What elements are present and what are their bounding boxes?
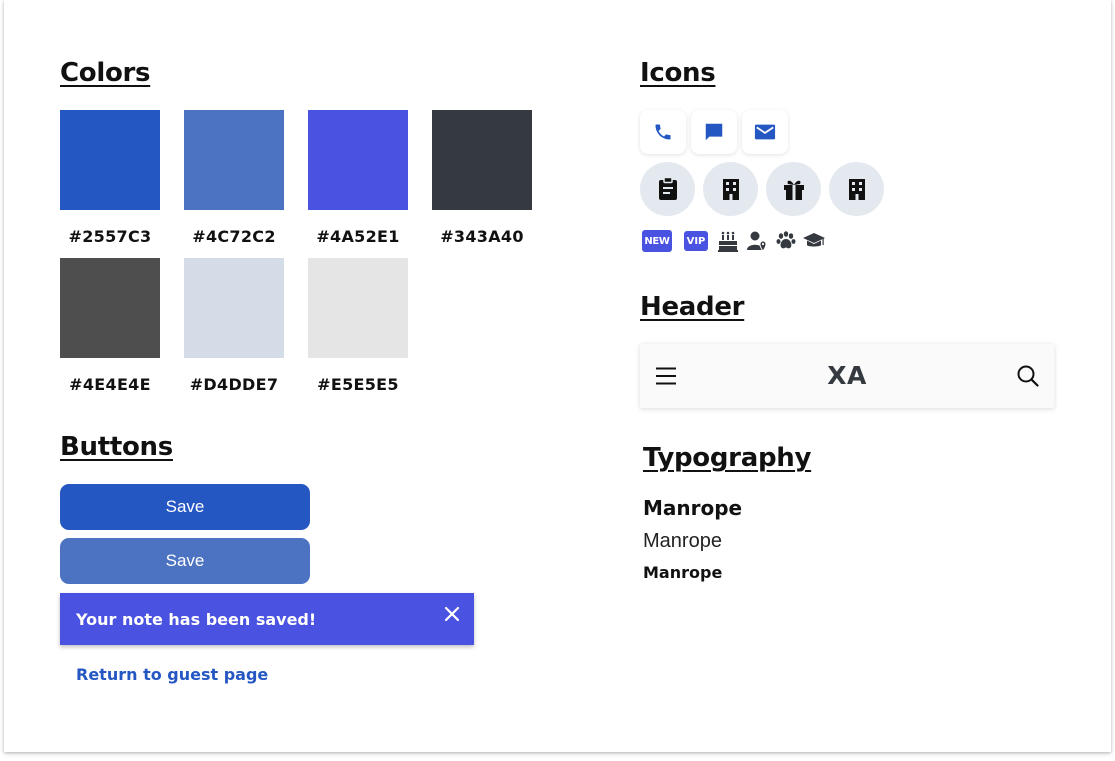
- chat-icon-tile[interactable]: [691, 110, 737, 154]
- color-label-3: #4A52E1: [316, 227, 400, 246]
- building-icon-tile-2[interactable]: [829, 162, 884, 216]
- building-icon: [848, 179, 865, 200]
- return-to-guest-page-link[interactable]: Return to guest page: [76, 665, 268, 684]
- color-label-6: #D4DDE7: [189, 375, 279, 394]
- new-badge-text: NEW: [644, 235, 670, 247]
- clipboard-icon-tile[interactable]: [640, 162, 695, 216]
- icons-heading: Icons: [640, 58, 716, 88]
- building-icon-tile[interactable]: [703, 162, 758, 216]
- color-label-4: #343A40: [440, 227, 524, 246]
- buttons-heading: Buttons: [60, 432, 173, 462]
- colors-heading: Colors: [60, 58, 151, 88]
- color-label-1: #2557C3: [68, 227, 152, 246]
- person-location-icon: [747, 230, 769, 252]
- saved-toast: Your note has been saved!: [60, 593, 474, 645]
- chat-icon: [705, 123, 723, 141]
- mail-icon: [754, 124, 776, 140]
- typography-sample-small: Manrope: [643, 563, 723, 582]
- phone-icon-tile[interactable]: [640, 110, 686, 154]
- gift-icon-tile[interactable]: [766, 162, 821, 216]
- color-label-5: #4E4E4E: [69, 375, 151, 394]
- gift-icon: [783, 180, 804, 200]
- brand-logo: XA: [827, 361, 867, 390]
- color-swatch-1: [60, 110, 160, 210]
- color-swatch-5: [60, 258, 160, 358]
- color-swatch-2: [184, 110, 284, 210]
- search-icon[interactable]: [1017, 365, 1039, 387]
- save-button-secondary[interactable]: Save: [60, 538, 310, 584]
- paw-icon: [776, 230, 796, 252]
- color-swatch-4: [432, 110, 532, 210]
- color-swatch-6: [184, 258, 284, 358]
- typography-sample-bold: Manrope: [643, 496, 743, 520]
- typography-sample-regular: Manrope: [643, 530, 722, 552]
- color-swatch-7: [308, 258, 408, 358]
- vip-badge-text: VIP: [686, 235, 706, 247]
- color-swatch-3: [308, 110, 408, 210]
- clipboard-icon: [658, 177, 677, 200]
- mail-icon-tile[interactable]: [742, 110, 788, 154]
- header-heading: Header: [640, 292, 745, 322]
- color-label-2: #4C72C2: [192, 227, 276, 246]
- phone-icon: [655, 124, 671, 140]
- new-badge-icon: NEW: [642, 230, 672, 252]
- vip-badge-icon: VIP: [684, 230, 708, 252]
- close-icon[interactable]: [444, 606, 460, 622]
- typography-heading: Typography: [643, 443, 812, 473]
- building-icon: [722, 179, 739, 200]
- save-button-primary[interactable]: Save: [60, 484, 310, 530]
- toast-message: Your note has been saved!: [76, 610, 317, 629]
- graduation-cap-icon: [803, 230, 825, 252]
- app-header-bar: XA: [640, 344, 1054, 408]
- color-label-7: #E5E5E5: [317, 375, 399, 394]
- birthday-cake-icon: [717, 230, 739, 252]
